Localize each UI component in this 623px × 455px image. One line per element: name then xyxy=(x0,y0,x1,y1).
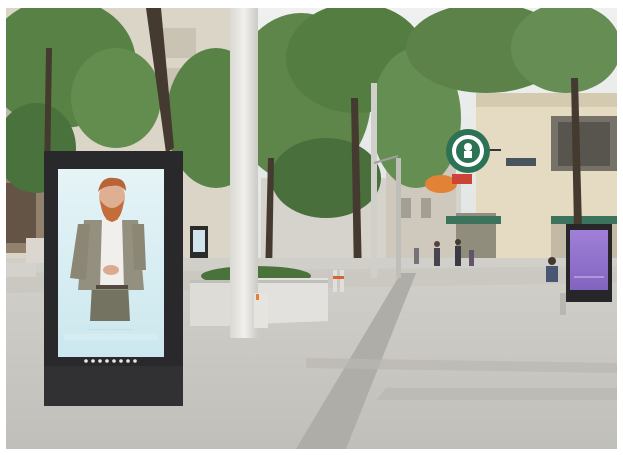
ad-caption: ........................................… xyxy=(87,328,133,331)
scene-svg xyxy=(6,8,617,449)
street-scene xyxy=(6,8,617,449)
photo-frame: ........................................… xyxy=(0,0,623,455)
